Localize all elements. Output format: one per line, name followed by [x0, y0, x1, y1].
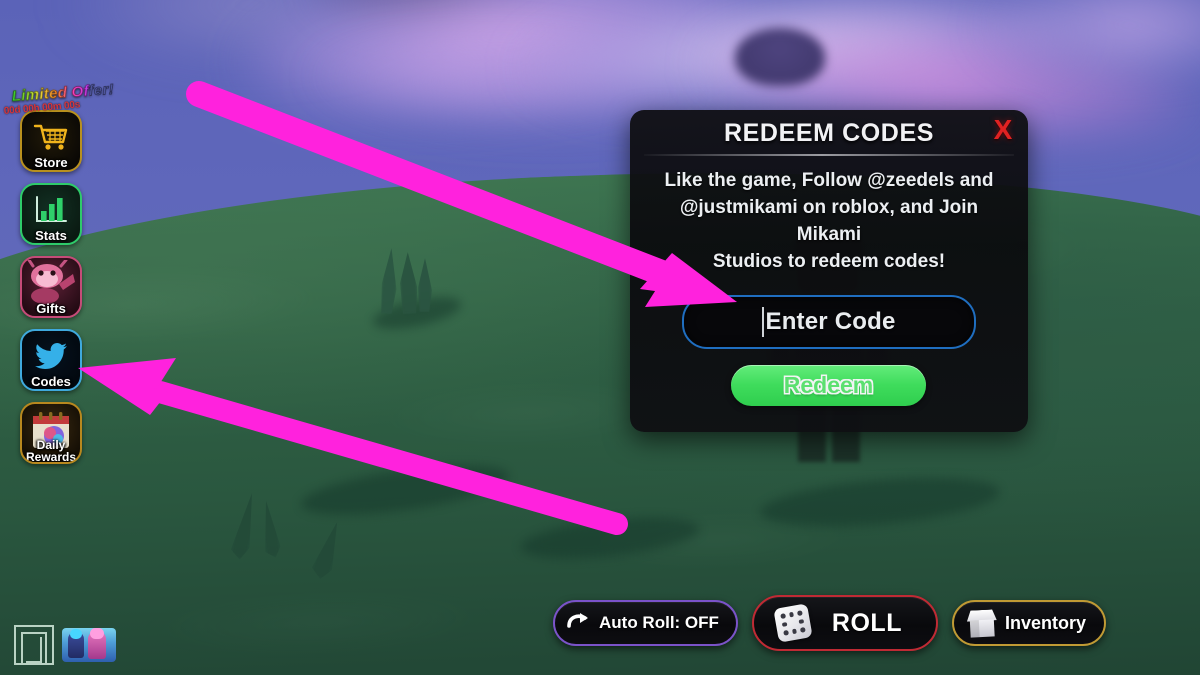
- dialog-divider: [644, 154, 1014, 156]
- corner-logos: [14, 625, 116, 665]
- code-input[interactable]: Enter Code: [682, 295, 976, 349]
- sidebar-item-store[interactable]: Store: [20, 110, 82, 172]
- arrow-loop-icon: [567, 611, 591, 636]
- bar-chart-icon: [22, 185, 80, 243]
- redeem-button-label: Redeem: [783, 372, 874, 398]
- roll-button[interactable]: ROLL: [751, 595, 938, 651]
- twitter-bird-icon: [22, 331, 80, 389]
- redeem-codes-dialog: REDEEM CODES X Like the game, Follow @ze…: [630, 110, 1028, 432]
- auto-roll-label: Auto Roll: OFF: [599, 613, 719, 632]
- dialog-title: REDEEM CODES: [723, 119, 934, 147]
- sidebar-item-codes[interactable]: Codes: [20, 329, 82, 391]
- description-line-3: Studios to redeem codes!: [712, 250, 946, 272]
- dialog-description: Like the game, Follow @zeedels and @just…: [650, 168, 1008, 276]
- description-line-2: @justmikami on roblox, and Join Mikami: [679, 196, 979, 245]
- calendar-icon: [22, 404, 80, 462]
- bottom-action-bar: Auto Roll: OFF ROLL Inventory: [553, 595, 1106, 651]
- close-icon[interactable]: X: [988, 115, 1018, 145]
- characters-thumbnail-icon: [62, 628, 116, 662]
- game-screenshot: Limited Offer! Store Stats Gifts Codes D…: [0, 0, 1200, 675]
- sidebar-item-stats[interactable]: Stats: [20, 183, 82, 245]
- nebula-cloud: [980, 0, 1200, 80]
- gift-character-icon: [22, 258, 80, 316]
- auto-roll-button[interactable]: Auto Roll: OFF: [553, 600, 738, 646]
- sidebar-item-daily-rewards[interactable]: Daily Rewards: [20, 402, 82, 464]
- code-input-placeholder: Enter Code: [765, 308, 896, 335]
- description-line-1: Like the game, Follow @zeedels and: [664, 170, 994, 191]
- inventory-button[interactable]: Inventory: [951, 600, 1106, 646]
- redeem-button[interactable]: Redeem: [731, 365, 926, 406]
- roll-label: ROLL: [831, 608, 902, 637]
- sidebar: Limited Offer! Store Stats Gifts Codes D…: [10, 81, 115, 475]
- box-icon: [966, 609, 997, 638]
- spiral-logo-icon: [14, 625, 54, 665]
- dice-icon: [773, 603, 813, 643]
- floating-island: [735, 28, 825, 86]
- shopping-cart-icon: [22, 112, 80, 170]
- sidebar-item-gifts[interactable]: Gifts: [20, 256, 82, 318]
- inventory-label: Inventory: [1004, 612, 1086, 633]
- dark-cloud: [300, 0, 560, 40]
